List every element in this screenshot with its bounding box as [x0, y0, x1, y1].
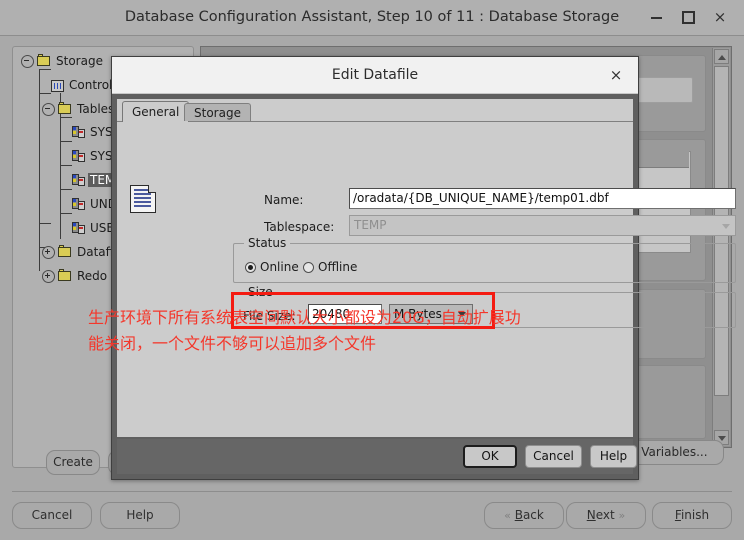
tablespace-select: TEMP [349, 215, 736, 236]
tablespace-icon [72, 150, 86, 163]
chevron-left-icon: « [504, 509, 511, 522]
collapse-icon[interactable] [42, 103, 55, 116]
tree-connector [39, 69, 40, 271]
tree-connector [39, 223, 51, 224]
ok-button[interactable]: OK [463, 445, 517, 468]
window-title: Database Configuration Assistant, Step 1… [124, 9, 620, 25]
radio-offline[interactable]: Offline [303, 259, 357, 275]
help-button[interactable]: Help [100, 502, 180, 529]
tab-general[interactable]: General [122, 101, 190, 122]
tablespace-icon [72, 174, 86, 187]
radio-online-label: Online [260, 260, 299, 274]
radio-offline-label: Offline [318, 260, 358, 274]
maximize-icon[interactable] [674, 0, 702, 35]
status-group-title: Status [244, 236, 291, 250]
folder-icon [58, 245, 72, 258]
tree-connector [39, 93, 51, 94]
finish-button-label: Finish [674, 508, 710, 522]
folder-icon [37, 54, 51, 67]
tablespace-label: Tablespace: [264, 220, 335, 234]
radio-online[interactable]: Online [245, 259, 299, 275]
cancel-button[interactable]: Cancel [12, 502, 92, 529]
chevron-right-icon: » [618, 509, 626, 522]
tree-item-storage[interactable]: Storage [21, 52, 105, 70]
tree-connector [60, 189, 72, 190]
close-icon[interactable]: × [604, 57, 628, 93]
expand-icon[interactable] [42, 246, 55, 259]
name-input[interactable]: /oradata/{DB_UNIQUE_NAME}/temp01.dbf [349, 188, 736, 209]
window-titlebar: Database Configuration Assistant, Step 1… [0, 0, 744, 36]
create-button[interactable]: Create [46, 450, 100, 475]
tablespace-value: TEMP [354, 218, 387, 232]
wizard-nav-bar: Cancel Help « Back Next » Finish [0, 491, 744, 540]
scroll-up-icon[interactable] [714, 49, 729, 64]
dialog-help-button[interactable]: Help [590, 445, 637, 468]
annotation-text: 生产环境下所有系统表空间默认大小都设为20G，自动扩展功 能关闭，一个文件不够可… [88, 308, 521, 353]
collapse-icon[interactable] [21, 55, 34, 68]
finish-button[interactable]: Finish [652, 502, 732, 529]
tree-connector [60, 213, 72, 214]
tab-storage[interactable]: Storage [184, 103, 251, 121]
minimize-icon[interactable] [642, 0, 670, 35]
tablespace-icon [72, 222, 86, 235]
tree-connector [60, 141, 72, 142]
close-icon[interactable]: × [706, 0, 734, 35]
tree-item-label: Storage [56, 54, 103, 68]
radio-icon [245, 262, 256, 273]
name-label: Name: [264, 193, 304, 207]
dialog-title: Edit Datafile [331, 67, 419, 83]
folder-icon [58, 102, 72, 115]
tablespace-icon [72, 198, 86, 211]
tree-connector [60, 165, 72, 166]
dialog-cancel-button[interactable]: Cancel [525, 445, 582, 468]
next-button-label: Next [586, 508, 615, 522]
chevron-down-icon [722, 224, 730, 229]
tablespace-icon [72, 126, 86, 139]
datafile-icon [130, 185, 156, 213]
dialog-titlebar: Edit Datafile × [112, 57, 638, 94]
controlfile-icon [51, 79, 64, 92]
edit-datafile-dialog: Edit Datafile × General Storage Name: /o… [111, 56, 736, 480]
back-button[interactable]: « Back [484, 502, 564, 529]
dialog-footer: OK Cancel Help [117, 439, 637, 474]
expand-icon[interactable] [42, 270, 55, 283]
folder-icon [58, 269, 72, 282]
next-button[interactable]: Next » [566, 502, 646, 529]
nav-separator [12, 491, 732, 492]
back-button-label: Back [514, 508, 544, 522]
radio-icon [303, 262, 314, 273]
